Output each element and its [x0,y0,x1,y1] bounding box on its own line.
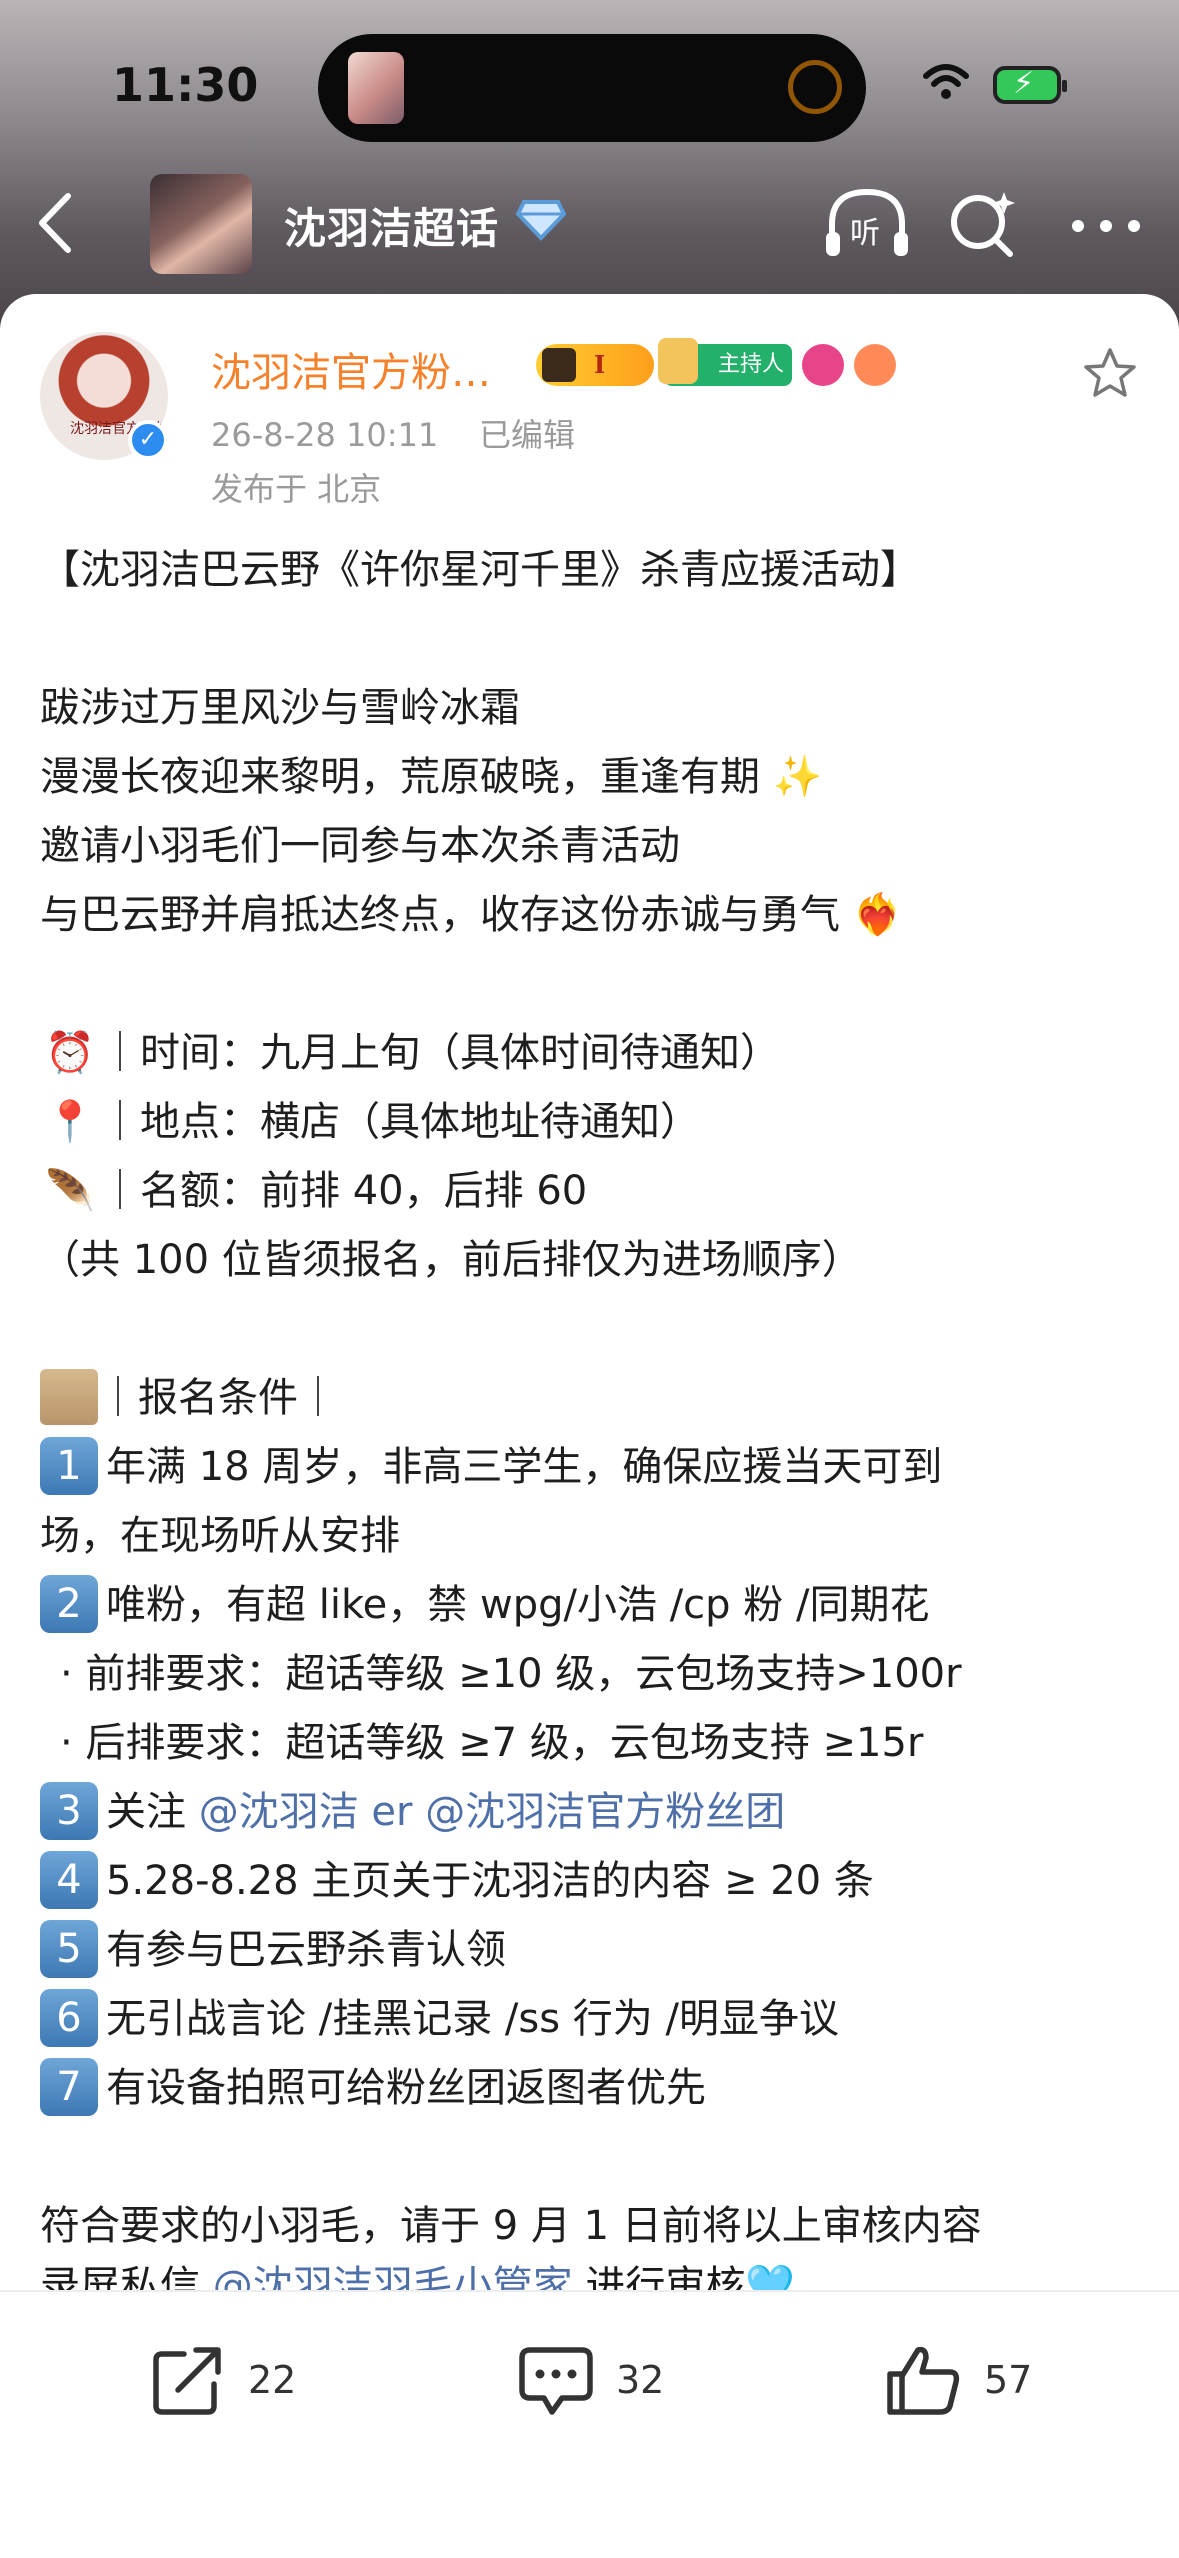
header: 11:30 ⚡ 沈羽洁超话 听 [0,0,1179,330]
post-meta: 26-8-28 10:11 已编辑 [211,410,575,456]
topic-title[interactable]: 沈羽洁超话 [284,195,499,256]
verified-badge-icon: ✓ [128,420,168,460]
now-playing-thumbnail[interactable] [348,52,404,124]
requirement-item: 5 有参与巴云野杀青认领 [40,1920,506,1980]
requirement-item: 2 唯粉，有超 like，禁 wpg/小浩 /cp 粉 /同期花 [40,1575,929,1635]
comment-count: 32 [616,2358,665,2402]
requirement-item: 4 5.28-8.28 主页关于沈羽洁的内容 ≥ 20 条 [40,1851,874,1911]
battery-icon: ⚡ [993,66,1067,104]
listen-button[interactable]: 听 [822,184,912,264]
requirements-heading: ｜报名条件｜ [40,1368,338,1428]
truncated-line: 录屏私信 @沈羽洁羽毛小管家 进行审核🩵 [0,2232,1179,2292]
post-date: 26-8-28 10:11 [211,416,439,454]
comment-icon [519,2347,593,2415]
back-button[interactable] [28,188,88,258]
wifi-icon [923,64,969,99]
keycap-2-icon: 2 [40,1575,98,1633]
post-line: 漫漫长夜迎来黎明，荒原破晓，重逢有期 ✨ [40,754,823,800]
status-time: 11:30 [112,58,259,112]
search-icon[interactable] [944,184,1024,264]
scroll-icon [40,1369,98,1425]
post-line: 邀请小羽毛们一同参与本次杀青活动 [40,823,680,869]
activity-ring-icon [788,60,842,114]
requirement-item: 3 关注 @沈羽洁 er @沈羽洁官方粉丝团 [40,1782,785,1842]
alarm-clock-icon: ⏰ [45,1030,95,1076]
keycap-3-icon: 3 [40,1782,98,1840]
gem-badge-icon [802,344,844,386]
post-line: 场，在现场听从安排 [40,1513,400,1559]
comment-button[interactable]: 32 [516,2340,676,2430]
like-button[interactable]: 57 [884,2340,1044,2430]
author-name[interactable]: 沈羽洁官方粉… [211,340,491,398]
post-line: 与巴云野并肩抵达终点，收存这份赤诚与勇气 ❤️‍🔥 [40,892,903,938]
diamond-badge-icon [516,200,566,241]
author-badges: I 主持人 [536,338,896,386]
share-count: 22 [248,2358,297,2402]
share-button[interactable]: 22 [148,2340,308,2430]
requirement-item: 7 有设备拍照可给粉丝团返图者优先 [40,2058,706,2118]
post-line: 跋涉过万里风沙与雪岭冰霜 [40,685,520,731]
keycap-4-icon: 4 [40,1851,98,1909]
post-line: （共 100 位皆须报名，前后排仅为进场顺序） [40,1237,862,1283]
share-icon [153,2347,221,2415]
quota-line: 🪶 ｜名额：前排 40，后排 60 [40,1161,587,1221]
time-line: ⏰ ｜时间：九月上旬（具体时间待通知） [40,1023,780,1083]
sub-requirement: · 后排要求：超话等级 ≥7 级，云包场支持 ≥15r [60,1720,924,1766]
dynamic-island [318,34,866,142]
topic-cover-image[interactable] [150,174,252,274]
favorite-star-icon[interactable] [1080,344,1140,404]
keycap-6-icon: 6 [40,1989,98,2047]
post-title-line: 【沈羽洁巴云野《许你星河千里》杀青应援活动】 [40,547,920,593]
post-location: 发布于 北京 [211,470,382,508]
pig-badge-icon [854,344,896,386]
keycap-7-icon: 7 [40,2058,98,2116]
listen-label: 听 [850,216,880,251]
pin-icon: 📍 [45,1099,95,1145]
feather-icon: 🪶 [45,1168,95,1214]
crown-level-badge-icon: I [536,344,654,386]
place-line: 📍 ｜地点：横店（具体地址待通知） [40,1092,700,1152]
action-bar: 22 32 57 [0,2290,1179,2558]
requirement-item: 1 年满 18 周岁，非高三学生，确保应援当天可到 [40,1437,942,1497]
keycap-1-icon: 1 [40,1437,98,1495]
keycap-5-icon: 5 [40,1920,98,1978]
host-badge: 主持人 [658,338,792,386]
thumbs-up-icon [887,2346,960,2415]
mention-link[interactable]: @沈羽洁羽毛小管家 [213,2263,573,2292]
requirement-item: 6 无引战言论 /挂黑记录 /ss 行为 /明显争议 [40,1989,839,2049]
mention-link[interactable]: @沈羽洁 er @沈羽洁官方粉丝团 [199,1789,785,1835]
edited-label: 已编辑 [478,416,575,454]
like-count: 57 [984,2358,1033,2402]
sub-requirement: · 前排要求：超话等级 ≥10 级，云包场支持>100r [60,1651,962,1697]
more-options-icon[interactable] [1066,206,1146,246]
